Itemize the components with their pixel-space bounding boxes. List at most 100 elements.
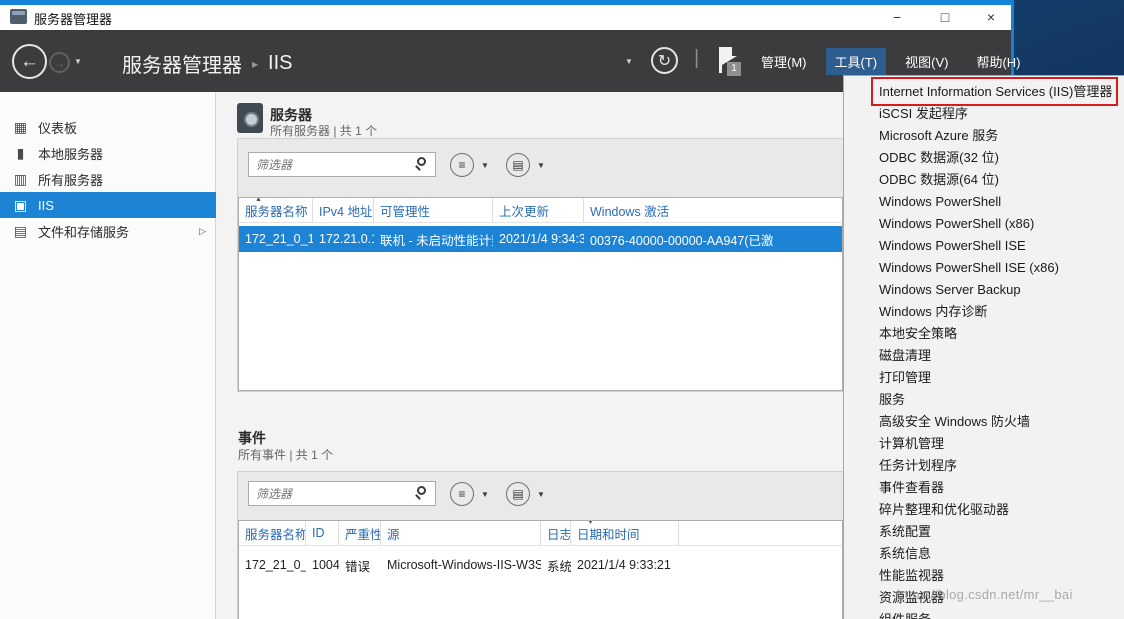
sidebar-item-本地服务器[interactable]: ▮ 本地服务器	[0, 140, 216, 166]
back-button[interactable]: ←	[12, 44, 47, 79]
server-manager-app-icon	[10, 9, 27, 24]
column-header[interactable]: Windows 激活	[584, 198, 842, 222]
chevron-down-icon[interactable]: ▼	[481, 161, 489, 170]
tools-menu-item[interactable]: 高级安全 Windows 防火墙	[844, 411, 1124, 433]
tools-menu-item[interactable]: 磁盘清理	[844, 345, 1124, 367]
navbar-divider: |	[694, 47, 700, 69]
tools-menu-item[interactable]: 系统配置	[844, 521, 1124, 543]
table-row[interactable]: 172_21_0_11 1004 错误 Microsoft-Windows-IIS-W…	[239, 552, 842, 578]
events-section-title: 事件	[238, 430, 266, 446]
list-view-button[interactable]: ≡	[450, 153, 474, 177]
servers-table: 服务器名称 ▲ IPv4 地址 可管理性 上次更新 Windows 激活 172_21_0_…	[238, 197, 843, 391]
tools-menu-item[interactable]: 系统信息	[844, 543, 1124, 565]
column-header[interactable]: 可管理性	[374, 198, 493, 222]
tools-menu-item[interactable]: iSCSI 发起程序	[844, 103, 1124, 125]
table-cell: 联机 - 未启动性能计数器	[380, 233, 493, 248]
save-query-button[interactable]: ▤	[506, 482, 530, 506]
sidebar-item-label: 仪表板	[38, 120, 78, 136]
events-section-subtitle: 所有事件 | 共 1 个	[238, 448, 334, 462]
table-header-row: 服务器名称 ID 严重性源日志 日期和时间 ▼	[239, 521, 842, 546]
tools-menu-item[interactable]: 事件查看器	[844, 477, 1124, 499]
table-header-row: 服务器名称 ▲ IPv4 地址 可管理性 上次更新 Windows 激活	[239, 198, 842, 223]
sidebar-item-仪表板[interactable]: ▦ 仪表板	[0, 114, 216, 140]
expand-right-icon[interactable]: ▷	[199, 226, 206, 237]
tools-menu-item[interactable]: 碎片整理和优化驱动器	[844, 499, 1124, 521]
tools-menu-item[interactable]: 打印管理	[844, 367, 1124, 389]
navbar-menu-工具(T)[interactable]: 工具(T)	[825, 47, 887, 75]
column-header[interactable]: 上次更新	[493, 198, 584, 222]
tools-menu-item[interactable]: ODBC 数据源(64 位)	[844, 169, 1124, 191]
annotation-red-box	[871, 77, 1118, 106]
tools-menu-item[interactable]: 组件服务	[844, 609, 1124, 619]
tools-menu-item[interactable]: Microsoft Azure 服务	[844, 125, 1124, 147]
table-cell: 1004	[312, 558, 339, 572]
navbar-menu-管理(M)[interactable]: 管理(M)	[752, 48, 816, 75]
tools-menu-item[interactable]: 本地安全策略	[844, 323, 1124, 345]
notification-count-badge[interactable]: 1	[727, 62, 741, 76]
tools-menu-item[interactable]: Windows Server Backup	[844, 279, 1124, 301]
tools-menu-item[interactable]: Windows PowerShell (x86)	[844, 213, 1124, 235]
column-header[interactable]: IPv4 地址	[313, 198, 374, 222]
forward-button[interactable]: →	[49, 52, 70, 73]
close-button[interactable]: ×	[974, 6, 1008, 29]
table-cell: 2021/1/4 9:33:21	[577, 558, 671, 572]
tools-menu-item[interactable]: 性能监视器	[844, 565, 1124, 587]
breadcrumb-root[interactable]: 服务器管理器	[122, 49, 242, 78]
sidebar-item-所有服务器[interactable]: ▥ 所有服务器	[0, 166, 216, 192]
navbar-menu-帮助(H)[interactable]: 帮助(H)	[967, 48, 1029, 75]
tools-menu-item[interactable]: 计算机管理	[844, 433, 1124, 455]
tools-menu-item[interactable]: Windows PowerShell	[844, 191, 1124, 213]
maximize-button[interactable]: □	[928, 6, 962, 29]
breadcrumb-current[interactable]: IIS	[268, 52, 292, 75]
tools-menu-item[interactable]: 服务	[844, 389, 1124, 411]
events-filter-input[interactable]	[248, 481, 436, 506]
all-servers-icon: ▥	[13, 170, 28, 187]
refresh-button[interactable]: ↻	[651, 47, 678, 74]
chevron-down-icon[interactable]: ▼	[74, 57, 82, 66]
tools-menu-item[interactable]: Windows 内存诊断	[844, 301, 1124, 323]
tools-menu-item[interactable]: Windows PowerShell ISE (x86)	[844, 257, 1124, 279]
navbar-menu-视图(V)[interactable]: 视图(V)	[896, 48, 957, 75]
watermark: https://blog.csdn.net/mr__bai	[897, 587, 1073, 602]
events-table: 服务器名称ID严重性源日志日期和时间▼ 172_21_0_11 1004 错误 Micr…	[238, 520, 843, 619]
chevron-down-icon[interactable]: ▼	[481, 490, 489, 499]
sidebar-item-文件和存储服务[interactable]: ▤ 文件和存储服务 ▷	[0, 218, 216, 244]
breadcrumb: 服务器管理器 ▸ IIS	[122, 49, 292, 78]
back-icon: ←	[20, 50, 39, 72]
save-query-button[interactable]: ▤	[506, 153, 530, 177]
column-header[interactable]: 服务器名称	[239, 521, 306, 545]
table-cell: 172_21_0_11	[245, 232, 313, 246]
column-header[interactable]: ID	[306, 521, 339, 545]
dashboard-icon: ▦	[13, 118, 28, 135]
refresh-icon: ↻	[657, 52, 672, 70]
servers-section-subtitle: 所有服务器 | 共 1 个	[270, 124, 378, 138]
forward-icon: →	[53, 55, 66, 70]
table-row[interactable]: 172_21_0_11 172.21.0.11 联机 - 未启动性能计数器 2021/…	[239, 226, 842, 252]
servers-filter-input[interactable]	[248, 152, 436, 177]
sidebar-item-IIS[interactable]: ▣ IIS	[0, 192, 216, 218]
column-header[interactable]: 源	[381, 521, 541, 545]
tools-menu-item[interactable]: 任务计划程序	[844, 455, 1124, 477]
minimize-button[interactable]: −	[880, 6, 914, 29]
column-header[interactable]: 严重性	[339, 521, 381, 545]
chevron-down-icon[interactable]: ▼	[537, 161, 545, 170]
breadcrumb-separator-icon: ▸	[252, 56, 259, 71]
column-header[interactable]: 日志	[541, 521, 571, 545]
table-cell: 系统	[547, 559, 571, 574]
column-header[interactable]: 日期和时间 ▼	[571, 521, 679, 545]
tools-menu-item[interactable]: ODBC 数据源(32 位)	[844, 147, 1124, 169]
column-header[interactable]: 服务器名称 ▲	[239, 198, 313, 222]
sort-desc-icon: ▼	[587, 521, 594, 526]
chevron-down-icon[interactable]: ▼	[625, 57, 633, 66]
servers-section-icon	[237, 103, 263, 133]
titlebar: 服务器管理器 − □ ×	[0, 5, 1011, 30]
table-cell: 172.21.0.11	[319, 232, 374, 246]
tools-menu-item[interactable]: Windows PowerShell ISE	[844, 235, 1124, 257]
list-view-button[interactable]: ≡	[450, 482, 474, 506]
local-server-icon: ▮	[16, 144, 25, 161]
sort-asc-icon: ▲	[255, 198, 262, 203]
chevron-down-icon[interactable]: ▼	[537, 490, 545, 499]
sidebar-item-label: 所有服务器	[38, 172, 104, 188]
search-icon	[413, 156, 431, 174]
table-cell: Microsoft-Windows-IIS-W3SVC	[387, 558, 541, 572]
